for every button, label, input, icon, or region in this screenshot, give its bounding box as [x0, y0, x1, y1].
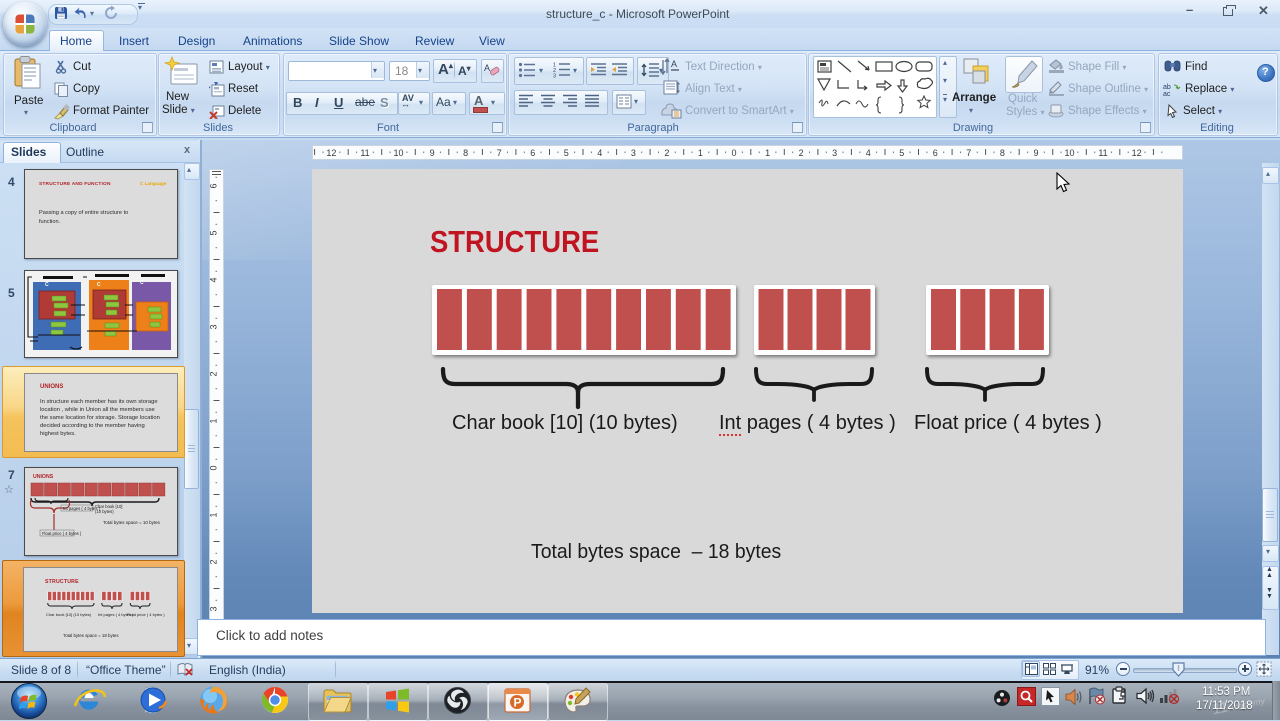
svg-text:ac: ac — [1163, 91, 1171, 96]
svg-text:3: 3 — [631, 148, 636, 158]
svg-text:12: 12 — [326, 148, 336, 158]
svg-text:P: P — [514, 696, 522, 710]
svg-text:11: 11 — [1098, 148, 1107, 158]
svg-text:1: 1 — [698, 148, 703, 158]
svg-text:4: 4 — [866, 148, 871, 158]
svg-text:2: 2 — [799, 148, 804, 158]
svg-text:11: 11 — [360, 148, 369, 158]
svg-text:1: 1 — [765, 148, 770, 158]
svg-text:(10 bytes): (10 bytes) — [95, 509, 114, 514]
svg-text:2: 2 — [209, 371, 219, 376]
svg-text:4: 4 — [209, 277, 219, 282]
svg-text:Float price ( 4 bytes ): Float price ( 4 bytes ) — [42, 531, 82, 536]
svg-text:Total bytes space = 18 bytes: Total bytes space = 18 bytes — [63, 633, 119, 638]
svg-text:A: A — [484, 63, 490, 73]
svg-text:2: 2 — [209, 559, 219, 564]
svg-text:4: 4 — [597, 148, 602, 158]
svg-text:8: 8 — [463, 148, 468, 158]
svg-text:Char book [10] (10 bytes): Char book [10] (10 bytes) — [46, 612, 92, 617]
svg-text:5: 5 — [564, 148, 569, 158]
svg-text:C: C — [97, 282, 101, 288]
svg-text:A: A — [671, 59, 677, 69]
svg-text:10: 10 — [393, 148, 403, 158]
svg-text:10: 10 — [1064, 148, 1074, 158]
svg-text:3: 3 — [209, 324, 219, 329]
svg-text:3: 3 — [832, 148, 837, 158]
svg-text:12: 12 — [1132, 148, 1142, 158]
svg-text:C: C — [45, 282, 49, 288]
svg-text:6: 6 — [209, 183, 219, 188]
svg-text:ab: ab — [1163, 84, 1171, 91]
svg-text:3: 3 — [209, 606, 219, 611]
svg-text:7: 7 — [497, 148, 502, 158]
svg-text:1: 1 — [209, 418, 219, 423]
svg-text:Float price ( 4 bytes ): Float price ( 4 bytes ) — [127, 612, 165, 617]
svg-text:9: 9 — [430, 148, 435, 158]
svg-text:9: 9 — [1033, 148, 1038, 158]
svg-text:7: 7 — [966, 148, 971, 158]
svg-text:Total bytes space = 10 bytes: Total bytes space = 10 bytes — [103, 520, 161, 525]
svg-text:2: 2 — [664, 148, 669, 158]
svg-text:0: 0 — [731, 148, 736, 158]
svg-text:5: 5 — [209, 230, 219, 235]
svg-text:6: 6 — [530, 148, 535, 158]
svg-text:3: 3 — [553, 74, 556, 79]
svg-text:C: C — [140, 280, 144, 286]
svg-text:1: 1 — [209, 512, 219, 517]
svg-text:8: 8 — [1000, 148, 1005, 158]
svg-text:0: 0 — [209, 465, 219, 470]
svg-text:5: 5 — [899, 148, 904, 158]
svg-text:6: 6 — [933, 148, 938, 158]
